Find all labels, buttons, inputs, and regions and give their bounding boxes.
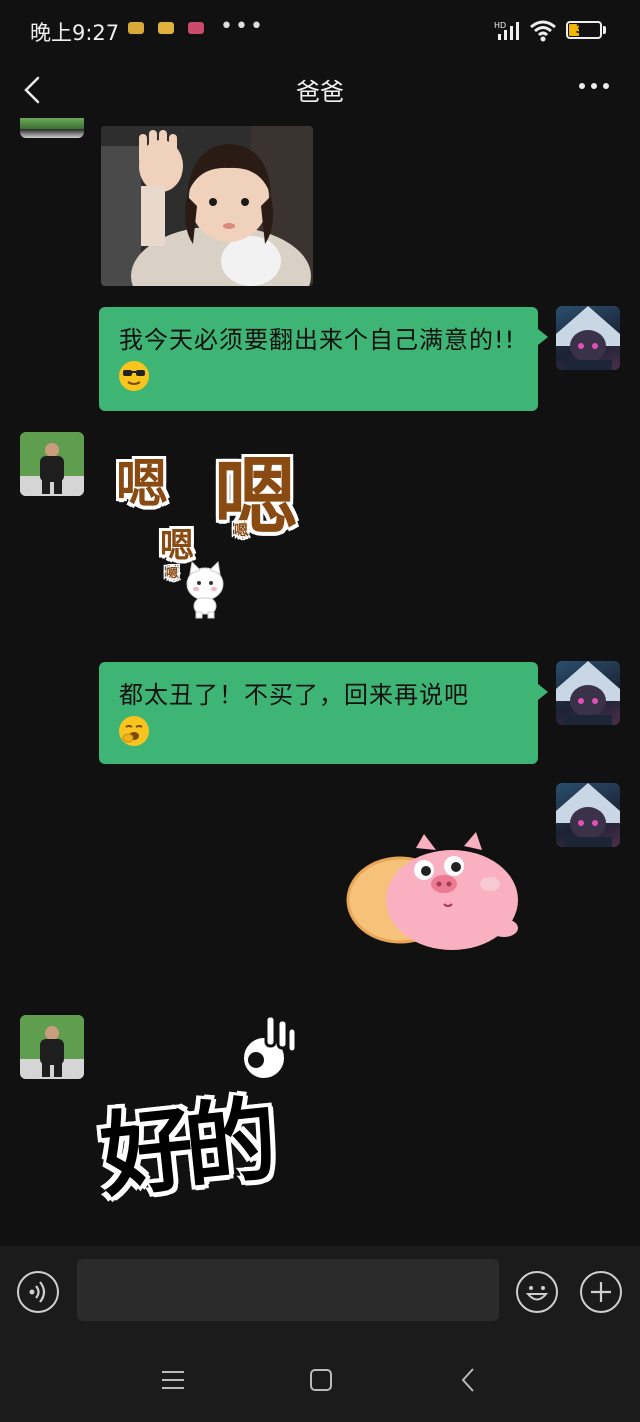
- more-notifications-icon: •••: [220, 14, 265, 39]
- status-time: 晚上9:27: [30, 21, 120, 45]
- cat-sticker-icon: [186, 560, 224, 619]
- app-notification-icon: [128, 22, 144, 34]
- app-notification-icon: [158, 22, 174, 34]
- message-text: 我今天必须要翻出来个自己满意的!!: [119, 326, 516, 354]
- my-message-bubble[interactable]: 我今天必须要翻出来个自己满意的!!: [99, 307, 548, 411]
- back-icon[interactable]: [458, 1366, 478, 1394]
- my-avatar[interactable]: [556, 783, 620, 847]
- plus-icon: [591, 1282, 611, 1302]
- dad-avatar[interactable]: [20, 1015, 84, 1079]
- sticker-text: 嗯: [116, 455, 169, 515]
- my-avatar[interactable]: [556, 661, 620, 725]
- status-bar: 晚上9:27 ••• HD 33: [0, 0, 640, 60]
- sticker-text: 好的: [95, 1086, 274, 1211]
- smiley-icon: [525, 1286, 549, 1301]
- chat-header: 爸爸: [0, 60, 640, 118]
- child-photo: [101, 126, 313, 286]
- photo-message[interactable]: [101, 126, 313, 286]
- anime-character-avatar: [556, 661, 620, 725]
- more-functions-button[interactable]: [580, 1271, 622, 1313]
- svg-text:HD: HD: [494, 21, 506, 30]
- sticker-text: 嗯: [166, 566, 179, 580]
- ok-sticker[interactable]: 好的: [96, 1010, 320, 1210]
- voice-input-button[interactable]: [17, 1271, 59, 1313]
- menu-icon[interactable]: [160, 1368, 186, 1392]
- my-message-bubble[interactable]: 都太丑了！不买了，回来再说吧: [99, 662, 548, 764]
- sticker-text: 嗯: [214, 448, 299, 546]
- my-avatar[interactable]: [556, 306, 620, 370]
- en-sticker[interactable]: 嗯 嗯 嗯 嗯 嗯: [108, 430, 318, 630]
- sunglasses-emoji-icon: [119, 361, 149, 391]
- more-options-icon[interactable]: [576, 76, 612, 96]
- dad-avatar[interactable]: [20, 432, 84, 496]
- battery-icon: 33: [566, 21, 602, 39]
- yawning-emoji-icon: [119, 716, 149, 746]
- app-notification-icon: [188, 22, 204, 34]
- cell-signal-icon: HD: [494, 21, 519, 40]
- message-input[interactable]: [77, 1259, 499, 1321]
- message-text: 都太丑了！不买了，回来再说吧: [119, 681, 469, 709]
- input-bar: [0, 1246, 640, 1338]
- chat-title: 爸爸: [296, 78, 344, 106]
- dad-avatar[interactable]: [20, 118, 84, 138]
- wifi-icon: [530, 20, 556, 42]
- voice-icon: [29, 1281, 46, 1303]
- emoji-button[interactable]: [516, 1271, 558, 1313]
- system-navigation-bar: [0, 1338, 640, 1422]
- person-photo-avatar: [20, 432, 84, 496]
- battery-tip: [603, 26, 606, 34]
- person-photo-avatar: [20, 1015, 84, 1079]
- sticker-text: 嗯: [234, 523, 248, 539]
- battery-level: 33: [575, 22, 593, 36]
- anime-character-avatar: [556, 783, 620, 847]
- home-icon[interactable]: [309, 1368, 333, 1392]
- pig-sticker[interactable]: [344, 828, 526, 958]
- anime-character-avatar: [556, 306, 620, 370]
